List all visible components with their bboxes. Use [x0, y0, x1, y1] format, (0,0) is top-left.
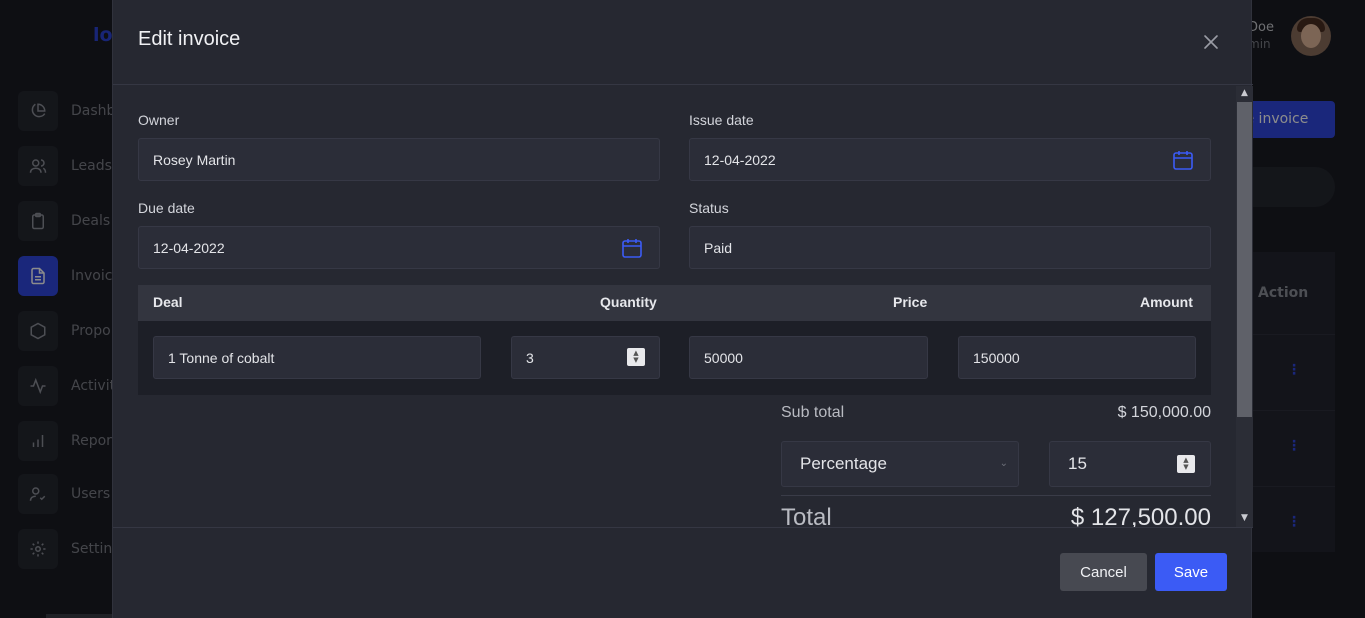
subtotal-value: $ 150,000.00 [1117, 404, 1211, 421]
deal-table: Deal Quantity Price Amount 1 Tonne of co… [138, 285, 1211, 395]
amount-column-header: Amount [1140, 294, 1193, 310]
price-field[interactable]: 50000 [689, 336, 928, 379]
edit-invoice-modal: Edit invoice Owner Rosey Martin Issue da… [112, 0, 1253, 618]
calendar-icon[interactable] [621, 237, 643, 259]
scroll-up-icon[interactable]: ▲ [1236, 86, 1253, 100]
deal-field[interactable]: 1 Tonne of cobalt [153, 336, 481, 379]
due-date-label: Due date [138, 200, 195, 216]
close-button[interactable] [1201, 32, 1221, 52]
close-icon [1204, 35, 1218, 49]
price-column-header: Price [893, 294, 928, 310]
subtotal-label: Sub total [781, 404, 845, 421]
due-date-field[interactable]: 12-04-2022 [138, 226, 660, 269]
cancel-button[interactable]: Cancel [1060, 553, 1147, 591]
discount-type-select[interactable]: Percentage ⌄ [781, 441, 1019, 487]
status-field[interactable]: Paid [689, 226, 1211, 269]
save-button[interactable]: Save [1155, 553, 1227, 591]
owner-label: Owner [138, 112, 180, 128]
calendar-icon[interactable] [1172, 149, 1194, 171]
quantity-column-header: Quantity [600, 294, 657, 310]
discount-spinner[interactable]: ▲ ▼ [1177, 455, 1195, 473]
issue-date-value: 12-04-2022 [704, 151, 776, 168]
deal-column-header: Deal [153, 294, 183, 310]
discount-value: 15 [1068, 454, 1087, 473]
summary-divider [781, 495, 1211, 496]
total-value: $ 127,500.00 [1070, 504, 1211, 527]
issue-date-field[interactable]: 12-04-2022 [689, 138, 1211, 181]
quantity-spinner[interactable]: ▲ ▼ [627, 348, 645, 366]
deal-table-header: Deal Quantity Price Amount [138, 285, 1211, 321]
spinner-down-icon[interactable]: ▼ [633, 357, 638, 364]
scrollbar-thumb[interactable] [1237, 102, 1252, 417]
modal-title: Edit invoice [138, 28, 241, 50]
spinner-down-icon[interactable]: ▼ [1183, 464, 1188, 471]
owner-field[interactable]: Rosey Martin [138, 138, 660, 181]
modal-header: Edit invoice [113, 0, 1253, 85]
modal-body[interactable]: Owner Rosey Martin Issue date 12-04-2022… [113, 86, 1237, 527]
total-label: Total [781, 504, 832, 527]
quantity-value: 3 [526, 349, 534, 366]
modal-scrollbar[interactable]: ▲ ▼ [1236, 86, 1253, 527]
status-label: Status [689, 200, 729, 216]
due-date-value: 12-04-2022 [153, 239, 225, 256]
modal-footer: Cancel Save [113, 527, 1253, 618]
issue-date-label: Issue date [689, 112, 754, 128]
chevron-down-icon: ⌄ [999, 458, 1008, 469]
discount-type-value: Percentage [800, 454, 887, 473]
scroll-down-icon[interactable]: ▼ [1236, 511, 1253, 525]
amount-field[interactable]: 150000 [958, 336, 1196, 379]
